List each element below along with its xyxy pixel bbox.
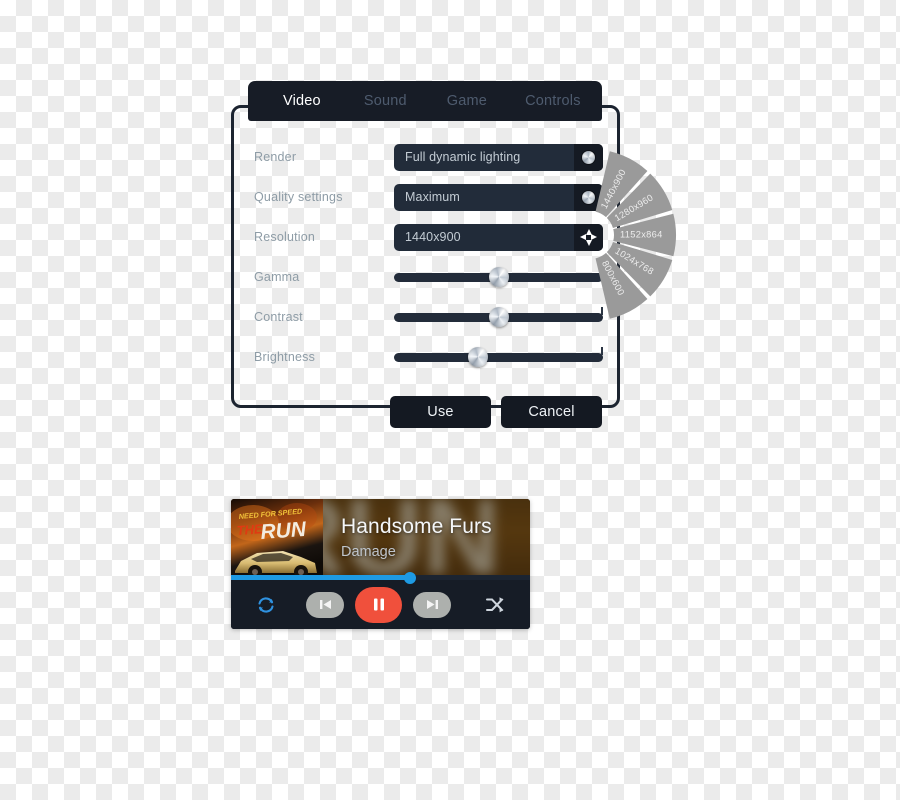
tab-sound[interactable]: Sound: [364, 93, 407, 109]
cancel-button[interactable]: Cancel: [501, 396, 602, 428]
resolution-select-value: 1440x900: [405, 230, 461, 244]
svg-text:RUN: RUN: [260, 518, 308, 544]
progress-fill: [231, 575, 411, 580]
quality-select-value: Maximum: [405, 190, 460, 204]
player-header: RUN NEED FOR SPEED THE RUN Handsome Furs…: [231, 499, 530, 579]
pause-icon: [373, 598, 384, 611]
next-icon: [426, 600, 438, 609]
brightness-slider[interactable]: [394, 344, 603, 371]
label-resolution: Resolution: [254, 230, 316, 244]
setting-row-brightness: Brightness: [254, 342, 604, 372]
tab-video[interactable]: Video: [283, 93, 321, 109]
resolution-radial-menu[interactable]: 1440x9001280x9601152x8641024x768800x600: [505, 150, 680, 325]
next-button[interactable]: [413, 591, 451, 618]
brightness-slider-track: [394, 352, 603, 362]
progress-handle[interactable]: [404, 571, 417, 584]
label-contrast: Contrast: [254, 310, 303, 324]
player-controls-bar: [231, 580, 530, 629]
track-title: Handsome Furs: [341, 515, 492, 538]
radial-label-1152-864: 1152x864: [620, 229, 663, 239]
track-artist: Damage: [341, 544, 396, 560]
label-gamma: Gamma: [254, 270, 300, 284]
brightness-slider-tick: [601, 346, 603, 355]
album-art-image: NEED FOR SPEED THE RUN: [231, 499, 323, 579]
pause-button[interactable]: [355, 586, 402, 623]
use-button[interactable]: Use: [390, 396, 491, 428]
repeat-icon: [258, 596, 274, 613]
settings-tabbar: Video Sound Game Controls: [248, 81, 602, 121]
label-brightness: Brightness: [254, 350, 316, 364]
music-player-widget: RUN NEED FOR SPEED THE RUN Handsome Furs…: [231, 499, 530, 629]
label-quality-settings: Quality settings: [254, 190, 343, 204]
repeat-button[interactable]: [255, 594, 277, 616]
render-select-value: Full dynamic lighting: [405, 150, 521, 164]
previous-button[interactable]: [306, 591, 344, 618]
tab-game[interactable]: Game: [447, 93, 487, 109]
brightness-slider-knob[interactable]: [467, 346, 488, 367]
album-art: NEED FOR SPEED THE RUN: [231, 499, 323, 579]
previous-icon: [319, 600, 331, 609]
tab-controls[interactable]: Controls: [525, 93, 581, 109]
shuffle-icon: [486, 596, 504, 612]
playback-progress-bar[interactable]: [231, 571, 530, 584]
shuffle-button[interactable]: [484, 594, 506, 616]
label-render: Render: [254, 150, 297, 164]
